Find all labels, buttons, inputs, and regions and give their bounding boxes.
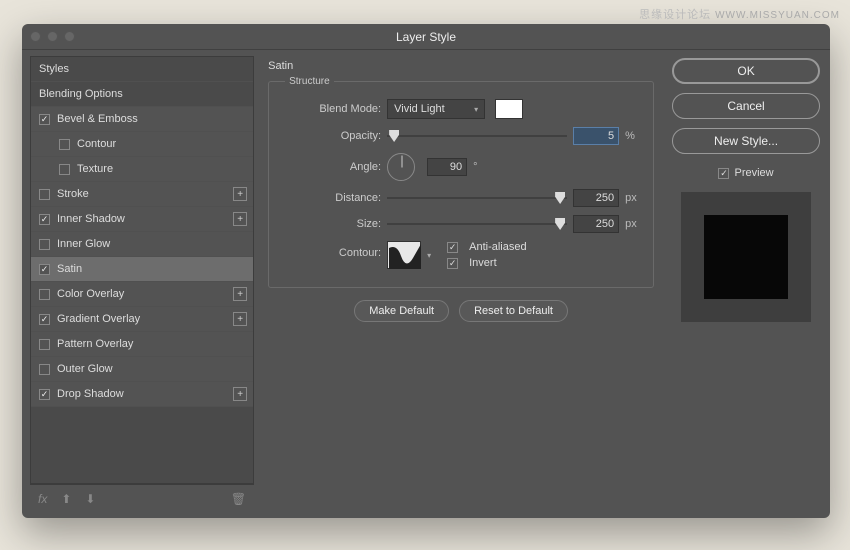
settings-panel: Satin Structure Blend Mode: Vivid Light … [260,56,662,512]
blend-mode-select[interactable]: Vivid Light ▾ [387,99,485,119]
chevron-down-icon: ▾ [474,105,478,114]
arrow-up-icon[interactable]: ⬆ [61,492,71,506]
effect-item-bevel-emboss[interactable]: Bevel & Emboss [31,107,253,132]
effect-checkbox[interactable] [59,139,70,150]
contour-picker[interactable]: ▾ [387,241,421,269]
invert-checkbox[interactable] [447,258,458,269]
effect-checkbox[interactable] [39,364,50,375]
effect-checkbox[interactable] [39,189,50,200]
chevron-down-icon: ▾ [427,251,431,260]
size-label: Size: [279,218,381,230]
contour-label: Contour: [279,241,381,259]
effect-checkbox[interactable] [39,114,50,125]
effects-sidebar: Styles Blending Options Bevel & Emboss Cont… [30,56,254,512]
angle-field[interactable]: 90 [427,158,467,176]
effect-label: Outer Glow [57,363,113,375]
watermark: 思缘设计论坛WWW.MISSYUAN.COM [639,6,840,22]
blend-mode-label: Blend Mode: [279,103,381,115]
effect-checkbox[interactable] [39,239,50,250]
add-effect-icon[interactable]: + [233,212,247,226]
effect-item-texture[interactable]: Texture [31,157,253,182]
effect-label: Texture [77,163,113,175]
effect-label: Inner Glow [57,238,110,250]
effect-item-inner-glow[interactable]: Inner Glow [31,232,253,257]
effect-label: Drop Shadow [57,388,124,400]
titlebar: Layer Style [22,24,830,50]
angle-label: Angle: [279,161,381,173]
size-field[interactable]: 250 [573,215,619,233]
layer-style-dialog: Layer Style Styles Blending Options Bevel … [22,24,830,518]
color-swatch[interactable] [495,99,523,119]
effect-item-pattern-overlay[interactable]: Pattern Overlay [31,332,253,357]
sidebar-footer: fx ⬆ ⬇ 🗑 [30,484,254,512]
distance-label: Distance: [279,192,381,204]
effect-checkbox[interactable] [39,214,50,225]
effect-item-inner-shadow[interactable]: Inner Shadow + [31,207,253,232]
effect-item-drop-shadow[interactable]: Drop Shadow + [31,382,253,407]
cancel-button[interactable]: Cancel [672,93,820,119]
add-effect-icon[interactable]: + [233,187,247,201]
zoom-icon[interactable] [64,31,75,42]
opacity-label: Opacity: [279,130,381,142]
trash-icon[interactable]: 🗑 [231,492,246,506]
effect-item-stroke[interactable]: Stroke + [31,182,253,207]
window-controls [30,31,75,42]
effect-checkbox[interactable] [39,264,50,275]
effect-checkbox[interactable] [39,314,50,325]
reset-default-button[interactable]: Reset to Default [459,300,568,322]
effect-label: Satin [57,263,82,275]
effect-item-color-overlay[interactable]: Color Overlay + [31,282,253,307]
size-slider[interactable] [387,217,567,231]
effect-checkbox[interactable] [39,389,50,400]
right-panel: OK Cancel New Style... Preview [668,56,824,512]
new-style-button[interactable]: New Style... [672,128,820,154]
effect-label: Inner Shadow [57,213,125,225]
add-effect-icon[interactable]: + [233,312,247,326]
effects-list: Styles Blending Options Bevel & Emboss Cont… [30,56,254,484]
minimize-icon[interactable] [47,31,58,42]
distance-slider[interactable] [387,191,567,205]
effect-item-gradient-overlay[interactable]: Gradient Overlay + [31,307,253,332]
effect-item-outer-glow[interactable]: Outer Glow [31,357,253,382]
ok-button[interactable]: OK [672,58,820,84]
effect-label: Blending Options [39,88,123,100]
angle-wheel[interactable] [387,153,415,181]
effect-label: Bevel & Emboss [57,113,138,125]
fx-menu-icon[interactable]: fx [38,492,47,506]
structure-legend: Structure [285,76,334,87]
anti-aliased-checkbox[interactable] [447,242,458,253]
effect-label: Stroke [57,188,89,200]
close-icon[interactable] [30,31,41,42]
panel-title: Satin [268,60,654,72]
add-effect-icon[interactable]: + [233,387,247,401]
dialog-title: Layer Style [396,30,456,44]
effect-label: Pattern Overlay [57,338,133,350]
effect-label: Color Overlay [57,288,124,300]
effect-checkbox[interactable] [39,339,50,350]
effect-label: Gradient Overlay [57,313,140,325]
make-default-button[interactable]: Make Default [354,300,449,322]
distance-field[interactable]: 250 [573,189,619,207]
preview-thumbnail [681,192,811,322]
effect-label: Styles [39,63,69,75]
structure-group: Structure Blend Mode: Vivid Light ▾ Opac… [268,76,654,288]
effect-checkbox[interactable] [39,289,50,300]
effect-checkbox[interactable] [59,164,70,175]
arrow-down-icon[interactable]: ⬇ [85,492,95,506]
preview-checkbox[interactable] [718,168,729,179]
effect-item-satin[interactable]: Satin [31,257,253,282]
effect-label: Contour [77,138,116,150]
effect-item-styles[interactable]: Styles [31,57,253,82]
opacity-slider[interactable] [387,129,567,143]
opacity-field[interactable]: 5 [573,127,619,145]
effect-item-contour[interactable]: Contour [31,132,253,157]
add-effect-icon[interactable]: + [233,287,247,301]
effect-item-blending-options[interactable]: Blending Options [31,82,253,107]
